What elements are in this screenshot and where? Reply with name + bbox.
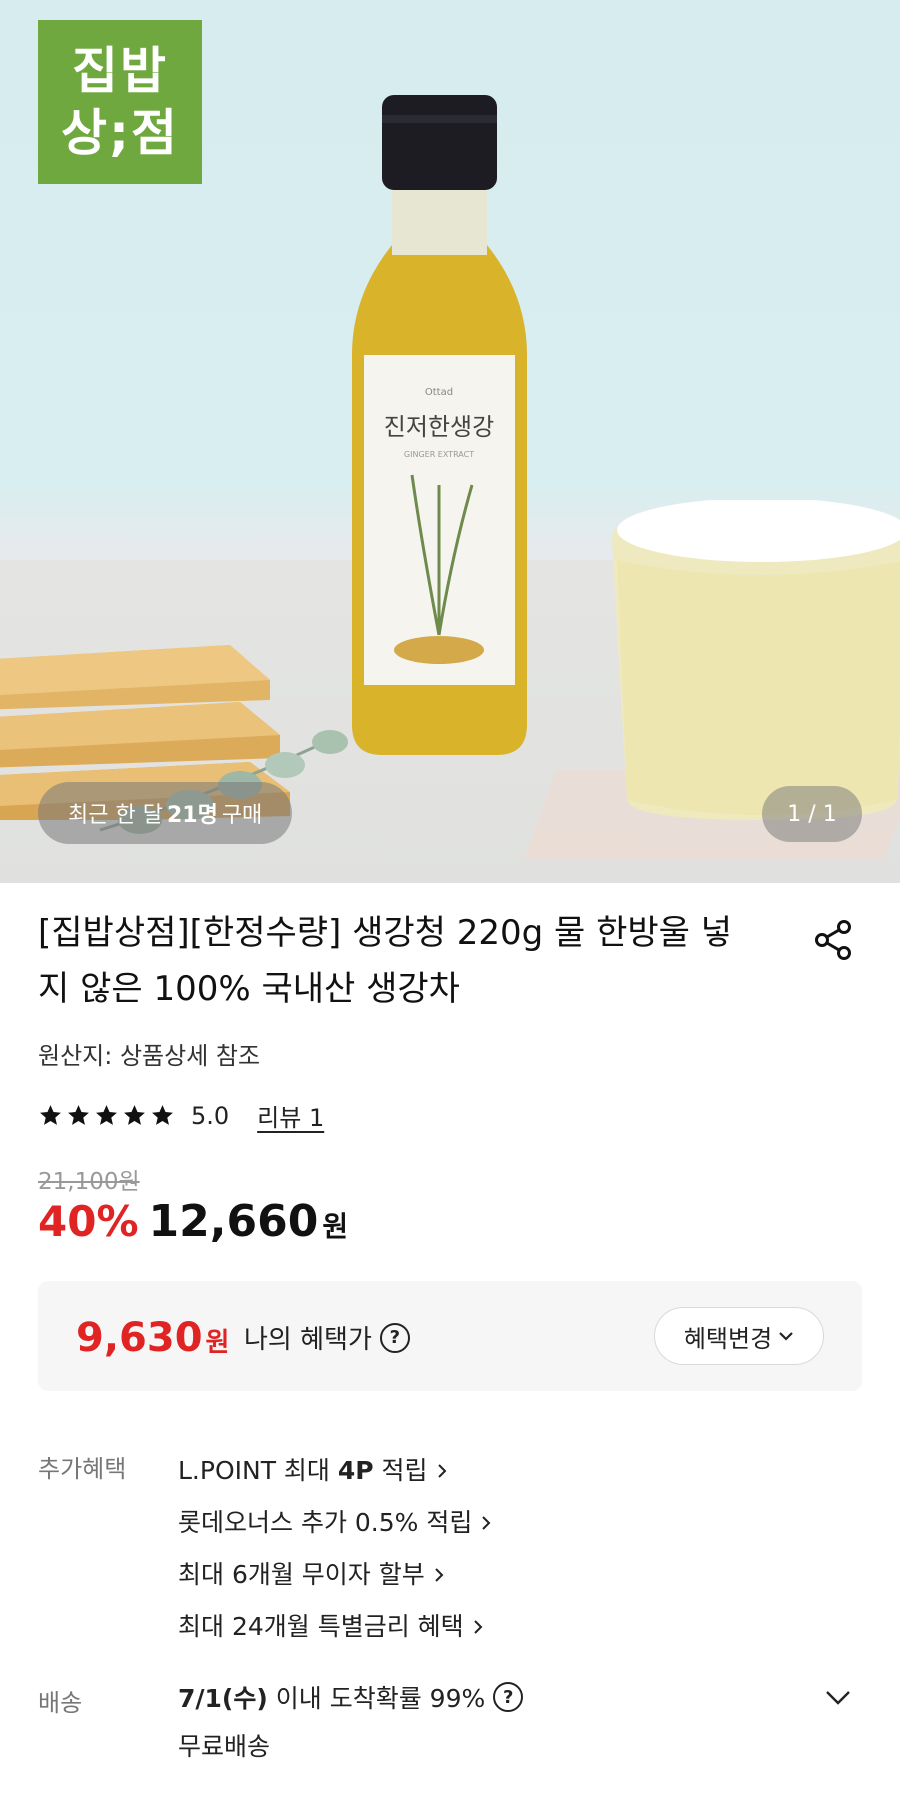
star-icon xyxy=(124,1105,145,1125)
chevron-down-icon[interactable] xyxy=(822,1682,854,1714)
buyers-prefix: 최근 한 달 xyxy=(68,803,163,828)
benefit-price-unit: 원 xyxy=(205,1328,230,1358)
benefit-price: 9,630 원 xyxy=(76,1315,229,1361)
chevron-down-icon xyxy=(779,1332,793,1341)
benefit-item-text: 롯데오너스 추가 0.5% 적립 xyxy=(178,1508,473,1537)
chevron-right-icon xyxy=(473,1620,483,1634)
review-link[interactable]: 리뷰 1 xyxy=(257,1098,324,1133)
brand-logo: 집밥 상;점 xyxy=(38,20,202,184)
star-icon xyxy=(152,1105,173,1125)
delivery-date: 7/1(수) xyxy=(178,1684,268,1713)
share-button[interactable] xyxy=(808,915,858,965)
benefit-item-lpoint[interactable]: L.POINT 최대 4P 적립 xyxy=(178,1445,492,1497)
buyers-suffix: 구매 xyxy=(221,803,263,828)
rating-value: 5.0 xyxy=(191,1101,230,1130)
star-icon xyxy=(96,1105,117,1125)
benefit-change-button[interactable]: 혜택변경 xyxy=(654,1307,824,1365)
recent-buyers-badge: 최근 한 달 21명 구매 xyxy=(38,782,293,844)
benefit-change-label: 혜택변경 xyxy=(683,1324,773,1353)
benefit-label-text: 나의 혜택가 xyxy=(244,1325,372,1355)
additional-benefits-label: 추가혜택 xyxy=(38,1455,127,1483)
image-page-counter: 1 / 1 xyxy=(762,786,862,842)
star-icon xyxy=(40,1105,61,1125)
chevron-right-icon xyxy=(435,1568,444,1582)
svg-text:GINGER EXTRACT: GINGER EXTRACT xyxy=(404,450,474,459)
discount-rate: 40% xyxy=(38,1197,139,1246)
bottle-illustration: Ottad 진저한생강 GINGER EXTRACT xyxy=(352,95,527,755)
benefit-item-lotte-owners[interactable]: 롯데오너스 추가 0.5% 적립 xyxy=(178,1497,492,1549)
delivery-info: 7/1(수) 이내 도착확률 99% ? 무료배송 xyxy=(178,1675,524,1763)
original-price: 21,100원 xyxy=(38,1169,140,1195)
rating-stars xyxy=(38,1103,175,1128)
benefit-item-special-rate[interactable]: 최대 24개월 특별금리 혜택 xyxy=(178,1601,492,1653)
delivery-label: 배송 xyxy=(38,1689,83,1717)
buyers-count: 21명 xyxy=(166,803,218,828)
benefit-item-text: 최대 24개월 특별금리 혜택 xyxy=(178,1612,464,1641)
benefit-price-box: 9,630 원 나의 혜택가 ? 혜택변경 xyxy=(38,1281,862,1391)
cup-illustration xyxy=(612,500,900,820)
benefit-item-text: L.POINT 최대 4P 적립 xyxy=(178,1456,428,1485)
chevron-right-icon xyxy=(482,1516,491,1530)
chevron-right-icon xyxy=(437,1464,446,1478)
brand-logo-line2: 상;점 xyxy=(61,104,179,162)
origin-info: 원산지: 상품상세 참조 xyxy=(38,1042,261,1070)
help-icon[interactable]: ? xyxy=(379,1322,410,1353)
delivery-estimate: 7/1(수) 이내 도착확률 99% ? xyxy=(178,1675,524,1719)
price-unit: 원 xyxy=(322,1210,349,1243)
help-icon[interactable]: ? xyxy=(493,1682,524,1712)
benefit-price-value: 9,630 xyxy=(76,1315,203,1361)
benefit-item-text: 최대 6개월 무이자 할부 xyxy=(178,1560,425,1589)
star-icon xyxy=(68,1105,89,1125)
svg-text:진저한생강: 진저한생강 xyxy=(384,413,494,441)
product-title: [집밥상점][한정수량] 생강청 220g 물 한방울 넣지 않은 100% 국… xyxy=(38,913,733,1009)
benefit-label: 나의 혜택가 ? xyxy=(244,1319,410,1356)
svg-text:Ottad: Ottad xyxy=(425,387,453,398)
brand-logo-line1: 집밥 xyxy=(72,42,168,100)
delivery-probability: 이내 도착확률 99% xyxy=(275,1684,486,1713)
price-row: 40% 12,660 원 xyxy=(38,1196,348,1247)
free-shipping: 무료배송 xyxy=(178,1732,271,1761)
rating-row: 5.0 리뷰 1 xyxy=(38,1098,324,1133)
share-icon xyxy=(815,920,851,960)
additional-benefits-list: L.POINT 최대 4P 적립 롯데오너스 추가 0.5% 적립 최대 6개월… xyxy=(178,1445,492,1653)
sale-price: 12,660 xyxy=(148,1196,319,1247)
benefit-item-installment[interactable]: 최대 6개월 무이자 할부 xyxy=(178,1549,492,1601)
product-image[interactable]: Ottad 진저한생강 GINGER EXTRACT 집밥 상;점 최근 한 달… xyxy=(0,0,900,883)
